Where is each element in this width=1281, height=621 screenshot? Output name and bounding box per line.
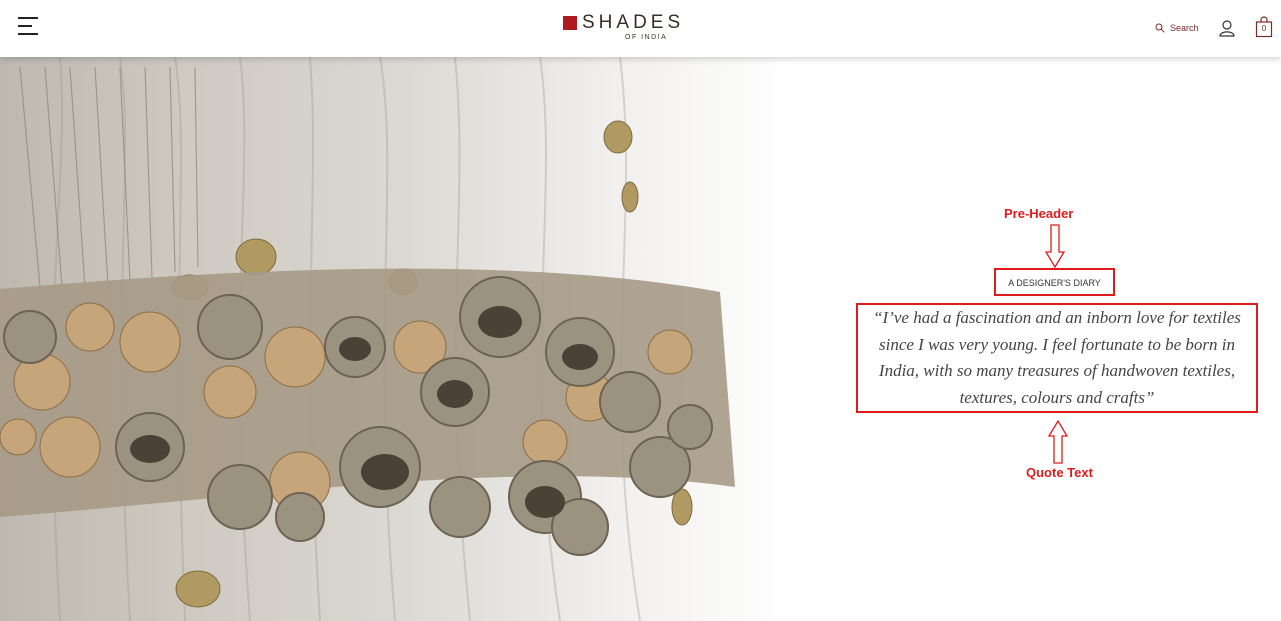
fabric-belt-illustration xyxy=(0,57,735,621)
logo-subtitle: OF INDIA xyxy=(625,34,668,41)
bag-count-badge: 0 xyxy=(1261,24,1267,33)
search-icon xyxy=(1155,23,1165,33)
user-account-icon[interactable] xyxy=(1218,19,1236,37)
pre-header-text: A DESIGNER'S DIARY xyxy=(1008,278,1101,288)
search-link[interactable]: Search xyxy=(1155,21,1199,35)
site-logo[interactable]: SHADES OF INDIA xyxy=(563,12,688,45)
hamburger-menu-icon[interactable] xyxy=(18,17,40,37)
logo-square-icon xyxy=(563,16,577,30)
annotation-pre-header-label: Pre-Header xyxy=(1004,206,1074,221)
annotation-quote-label: Quote Text xyxy=(1026,465,1093,480)
site-header: SHADES OF INDIA Search 0 xyxy=(0,0,1281,57)
quote-text: “I’ve had a fascination and an inborn lo… xyxy=(873,308,1241,407)
quote-highlight: “I’ve had a fascination and an inborn lo… xyxy=(856,303,1258,413)
shopping-bag-button[interactable]: 0 xyxy=(1255,16,1273,38)
search-label: Search xyxy=(1170,23,1199,33)
logo-wordmark: SHADES xyxy=(582,12,685,33)
arrow-up-icon xyxy=(1048,420,1068,464)
arrow-down-icon xyxy=(1045,224,1065,268)
hero-image xyxy=(0,57,790,621)
pre-header-highlight: A DESIGNER'S DIARY xyxy=(994,268,1115,296)
